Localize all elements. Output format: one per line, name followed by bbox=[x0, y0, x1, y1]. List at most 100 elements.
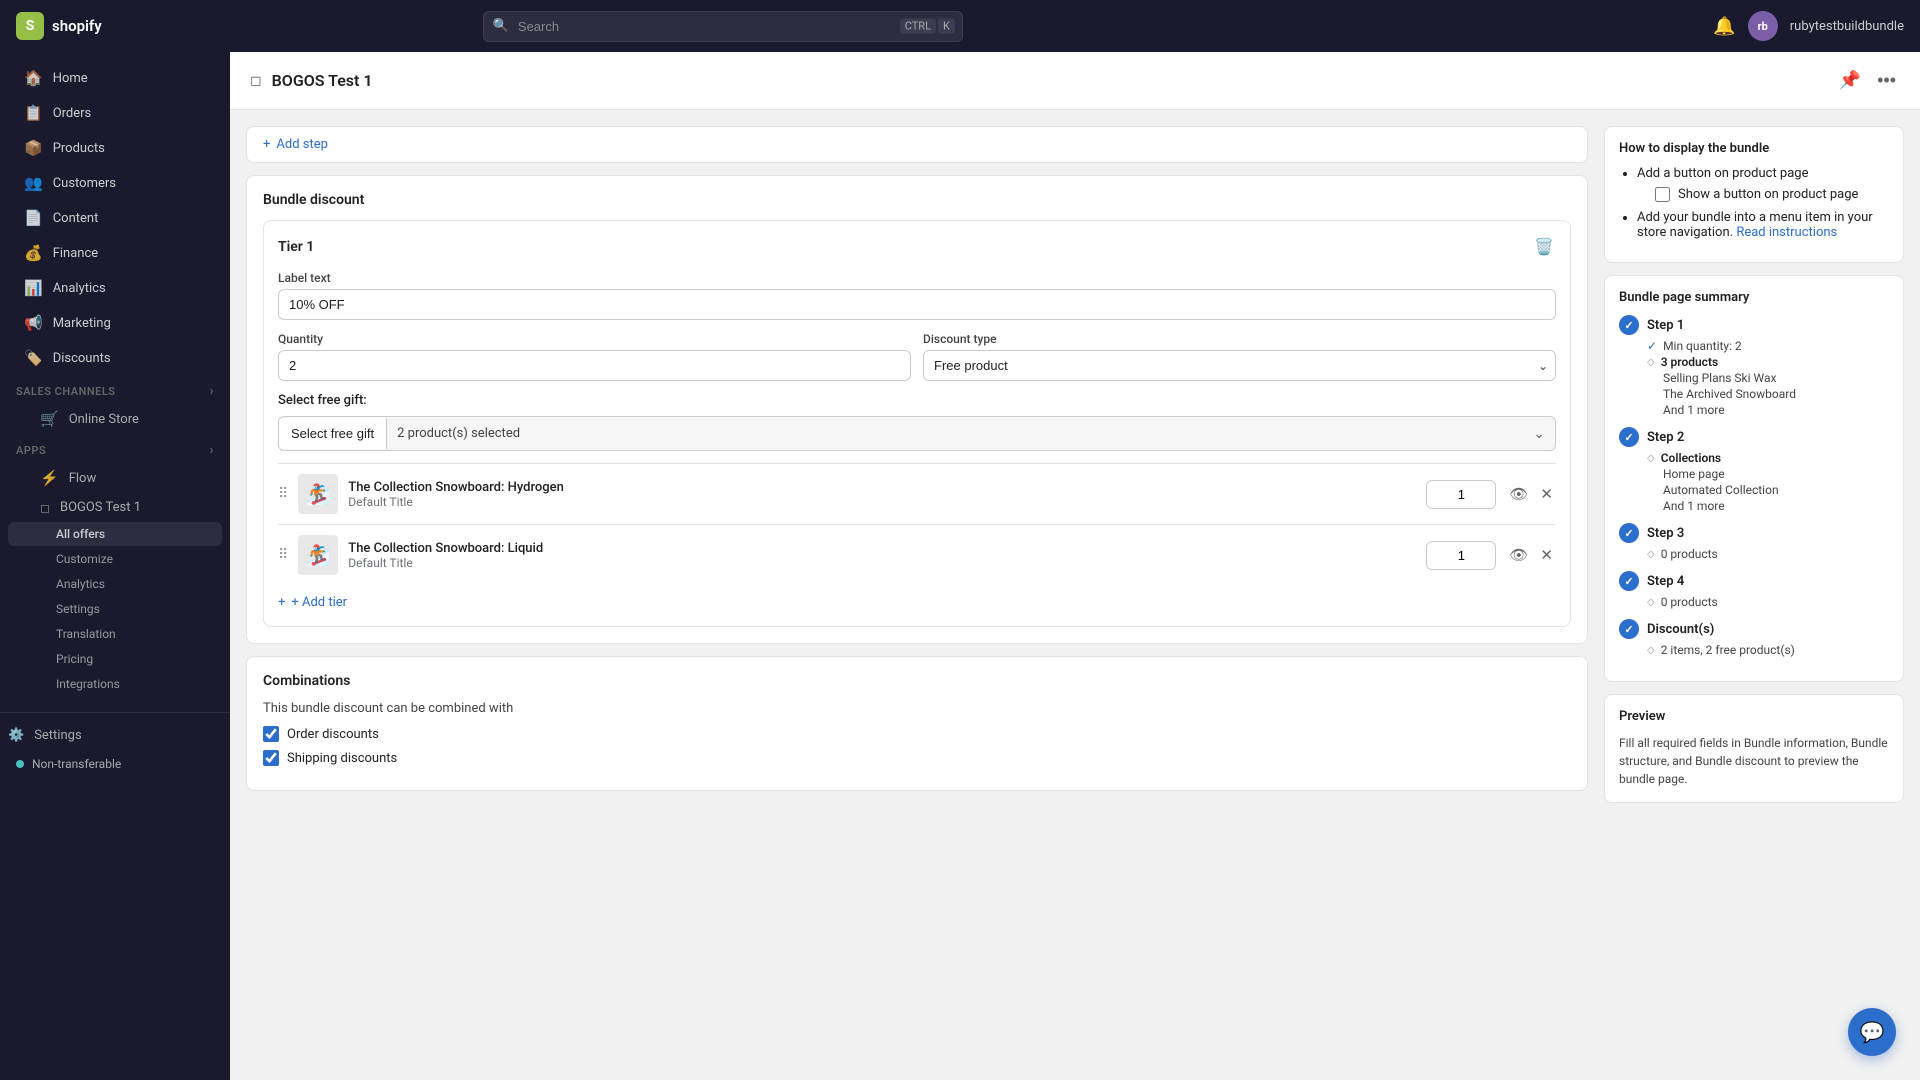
settings-sub-label: Settings bbox=[56, 602, 100, 616]
add-tier-button[interactable]: + + Add tier bbox=[278, 585, 1556, 612]
notification-icon[interactable]: 🔔 bbox=[1713, 16, 1735, 37]
product-info: The Collection Snowboard: Hydrogen Defau… bbox=[348, 480, 1416, 509]
read-instructions-link[interactable]: Read instructions bbox=[1736, 225, 1837, 240]
apps-expand-icon[interactable]: › bbox=[210, 443, 214, 458]
order-discounts-checkbox[interactable] bbox=[263, 726, 279, 742]
sidebar-item-home[interactable]: 🏠 Home bbox=[8, 61, 222, 95]
list-item: Add a button on product page Show a butt… bbox=[1637, 166, 1889, 202]
sidebar-item-orders[interactable]: 📋 Orders bbox=[8, 96, 222, 130]
preview-card: Preview Fill all required fields in Bund… bbox=[1604, 694, 1904, 803]
sidebar-item-finance[interactable]: 💰 Finance bbox=[8, 236, 222, 270]
remove-product-button[interactable]: ✕ bbox=[1537, 482, 1556, 506]
list-item: ◇ 2 items, 2 free product(s) bbox=[1647, 643, 1889, 657]
pin-button[interactable]: 📌 bbox=[1835, 66, 1865, 95]
sidebar-item-translation[interactable]: Translation bbox=[8, 622, 222, 646]
customers-icon: 👥 bbox=[24, 174, 43, 192]
sidebar-item-label: Customers bbox=[53, 176, 116, 191]
product-qty-input[interactable] bbox=[1426, 541, 1496, 570]
add-step-button[interactable]: + Add step bbox=[246, 126, 1588, 163]
sidebar-item-settings[interactable]: ⚙️ Settings bbox=[0, 721, 230, 750]
shipping-discounts-checkbox-item[interactable]: Shipping discounts bbox=[263, 750, 1571, 766]
content-area: + Add step Bundle discount Tier 1 🗑️ Lab… bbox=[230, 110, 1920, 831]
all-offers-label: All offers bbox=[56, 527, 105, 541]
sidebar-item-discounts[interactable]: 🏷️ Discounts bbox=[8, 341, 222, 375]
label-text-input[interactable] bbox=[278, 289, 1556, 320]
tier-1-container: Tier 1 🗑️ Label text Quantity bbox=[263, 220, 1571, 627]
discount-type-select[interactable]: Free product Percentage Fixed amount bbox=[923, 350, 1556, 381]
order-discounts-checkbox-item[interactable]: Order discounts bbox=[263, 726, 1571, 742]
step-3-details: ◇ 0 products bbox=[1619, 547, 1889, 561]
search-shortcut: CTRL K bbox=[900, 19, 955, 34]
diamond-icon: ◇ bbox=[1647, 453, 1655, 464]
sidebar-item-flow[interactable]: ⚡ Flow bbox=[8, 463, 222, 493]
summary-step-2: ✓ Step 2 ◇ Collections Home page bbox=[1619, 427, 1889, 513]
status-dot bbox=[16, 760, 24, 768]
sidebar-item-analytics-sub[interactable]: Analytics bbox=[8, 572, 222, 596]
sales-channels-expand-icon[interactable]: › bbox=[210, 384, 214, 399]
expand-free-gift-button[interactable]: ⌄ bbox=[1523, 417, 1555, 450]
sidebar-item-label: Flow bbox=[69, 471, 97, 486]
pricing-label: Pricing bbox=[56, 652, 93, 666]
step-check-icon: ✓ bbox=[1619, 315, 1639, 335]
qty-discount-row: Quantity Discount type Free product Perc… bbox=[278, 332, 1556, 381]
sidebar-item-all-offers[interactable]: All offers bbox=[8, 522, 222, 546]
step-3-header: ✓ Step 3 bbox=[1619, 523, 1889, 543]
bundle-summary-card: Bundle page summary ✓ Step 1 ✓ Min quant… bbox=[1604, 275, 1904, 682]
quantity-input[interactable] bbox=[278, 350, 911, 381]
right-panel: How to display the bundle Add a button o… bbox=[1604, 126, 1904, 815]
summary-discounts: ✓ Discount(s) ◇ 2 items, 2 free product(… bbox=[1619, 619, 1889, 657]
product-name: The Collection Snowboard: Hydrogen bbox=[348, 480, 1416, 495]
show-button-checkbox[interactable] bbox=[1655, 187, 1670, 202]
search-icon: 🔍 bbox=[493, 19, 509, 34]
show-button-checkbox-item[interactable]: Show a button on product page bbox=[1655, 187, 1889, 202]
view-product-button[interactable]: 👁 bbox=[1506, 543, 1531, 567]
chat-button[interactable]: 💬 bbox=[1848, 1008, 1896, 1056]
delete-tier-button[interactable]: 🗑️ bbox=[1532, 235, 1556, 259]
sidebar-item-integrations[interactable]: Integrations bbox=[8, 672, 222, 696]
view-product-button[interactable]: 👁 bbox=[1506, 482, 1531, 506]
search-input[interactable] bbox=[483, 11, 963, 42]
brand-logo[interactable]: S shopify bbox=[16, 12, 102, 40]
remove-product-button[interactable]: ✕ bbox=[1537, 543, 1556, 567]
shipping-discounts-checkbox[interactable] bbox=[263, 750, 279, 766]
sidebar-item-label: Marketing bbox=[53, 316, 111, 331]
sidebar-item-content[interactable]: 📄 Content bbox=[8, 201, 222, 235]
list-item: ◇ 0 products bbox=[1647, 547, 1889, 561]
sidebar-item-settings-sub[interactable]: Settings bbox=[8, 597, 222, 621]
customize-label: Customize bbox=[56, 552, 113, 566]
select-free-gift-button[interactable]: Select free gift bbox=[279, 418, 387, 449]
sidebar-item-marketing[interactable]: 📢 Marketing bbox=[8, 306, 222, 340]
analytics-icon: 📊 bbox=[24, 279, 43, 297]
product-list: ⠿ 🏂 The Collection Snowboard: Hydrogen D… bbox=[278, 463, 1556, 585]
product-qty-input[interactable] bbox=[1426, 480, 1496, 509]
bundle-discount-title: Bundle discount bbox=[263, 192, 1571, 208]
drag-handle-icon[interactable]: ⠿ bbox=[278, 547, 288, 563]
topbar: S shopify 🔍 CTRL K 🔔 rb rubytestbuildbun… bbox=[0, 0, 1920, 52]
detail-text: 2 items, 2 free product(s) bbox=[1661, 643, 1795, 657]
sidebar-item-customers[interactable]: 👥 Customers bbox=[8, 166, 222, 200]
summary-step-1: ✓ Step 1 ✓ Min quantity: 2 ◇ 3 products bbox=[1619, 315, 1889, 417]
drag-handle-icon[interactable]: ⠿ bbox=[278, 486, 288, 502]
step-4-label: Step 4 bbox=[1647, 574, 1684, 589]
breadcrumb-icon: ◻ bbox=[250, 73, 262, 89]
sidebar-item-customize[interactable]: Customize bbox=[8, 547, 222, 571]
more-button[interactable]: ••• bbox=[1873, 66, 1900, 95]
sidebar-item-products[interactable]: 📦 Products bbox=[8, 131, 222, 165]
detail-text: And 1 more bbox=[1663, 499, 1725, 513]
avatar[interactable]: rb bbox=[1748, 11, 1778, 41]
detail-text: 0 products bbox=[1661, 595, 1718, 609]
sidebar-item-analytics[interactable]: 📊 Analytics bbox=[8, 271, 222, 305]
step-2-header: ✓ Step 2 bbox=[1619, 427, 1889, 447]
diamond-icon: ◇ bbox=[1647, 549, 1655, 560]
step-4-details: ◇ 0 products bbox=[1619, 595, 1889, 609]
sidebar-item-online-store[interactable]: 🛒 Online Store bbox=[8, 404, 222, 434]
sidebar-item-pricing[interactable]: Pricing bbox=[8, 647, 222, 671]
page-header-actions: 📌 ••• bbox=[1835, 66, 1900, 95]
shopify-icon: S bbox=[16, 12, 44, 40]
step-check-icon: ✓ bbox=[1619, 427, 1639, 447]
sidebar-item-bogos[interactable]: ◻ BOGOS Test 1 bbox=[8, 494, 222, 521]
list-item: Add your bundle into a menu item in your… bbox=[1637, 210, 1889, 240]
online-store-icon: 🛒 bbox=[40, 410, 59, 428]
page-header: ◻ BOGOS Test 1 📌 ••• bbox=[230, 52, 1920, 110]
how-to-list: Add a button on product page Show a butt… bbox=[1619, 166, 1889, 240]
